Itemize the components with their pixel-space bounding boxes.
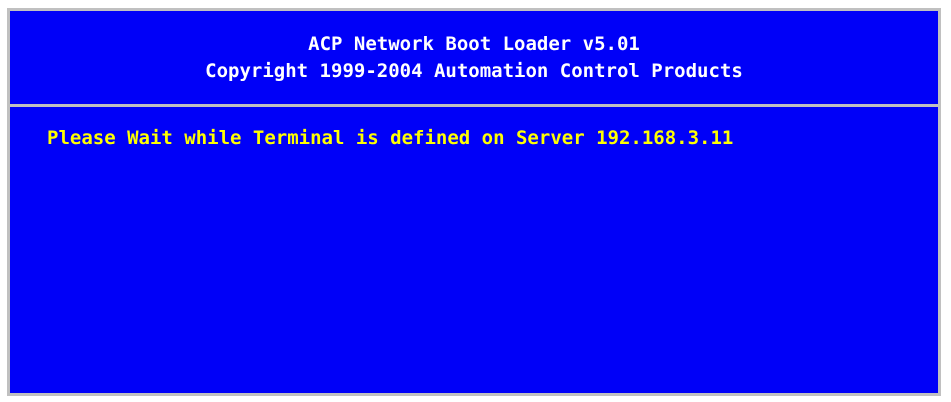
copyright-notice: Copyright 1999-2004 Automation Control P… [205, 60, 743, 82]
status-message: Please Wait while Terminal is defined on… [47, 127, 734, 149]
boot-loader-title: ACP Network Boot Loader v5.01 [308, 33, 640, 55]
boot-loader-header: ACP Network Boot Loader v5.01 Copyright … [10, 11, 938, 107]
boot-loader-screen: ACP Network Boot Loader v5.01 Copyright … [7, 8, 941, 396]
